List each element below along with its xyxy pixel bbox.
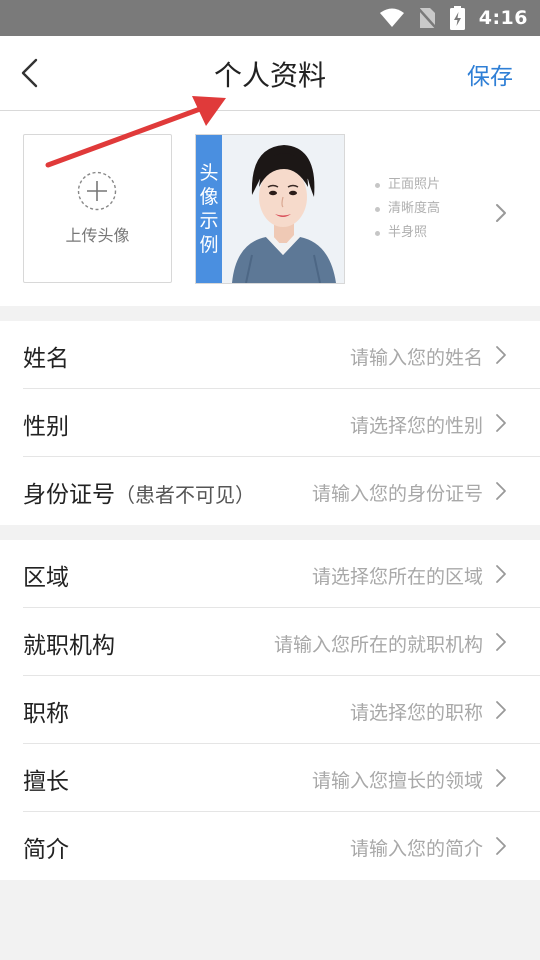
- title-row[interactable]: 职称 请选择您的职称: [0, 676, 540, 744]
- row-label: 区域: [23, 565, 69, 591]
- gender-select[interactable]: 请选择您的性别: [350, 411, 483, 438]
- gender-row[interactable]: 性别 请选择您的性别: [0, 389, 540, 457]
- basic-info-group: 姓名 请输入您的姓名 性别 请选择您的性别 身份证号（患者不可见） 请输入您的身…: [0, 321, 540, 525]
- avatar-section: 上传头像 头 像 示 例 正面照片 清晰度高 半身照: [0, 111, 540, 306]
- chevron-right-icon: [496, 565, 506, 583]
- chevron-right-icon[interactable]: [494, 202, 508, 224]
- chevron-right-icon: [496, 633, 506, 651]
- example-portrait-image: [222, 135, 344, 283]
- status-bar: 4:16: [0, 0, 540, 36]
- professional-info-group: 区域 请选择您所在的区域 就职机构 请输入您所在的就职机构 职称 请选择您的职称…: [0, 540, 540, 880]
- bullet-dot: [375, 182, 380, 188]
- photo-tip: 半身照: [375, 221, 440, 245]
- chevron-right-icon: [496, 346, 506, 364]
- bio-field[interactable]: 请输入您的简介: [350, 834, 483, 861]
- upload-avatar-button[interactable]: 上传头像: [23, 134, 172, 283]
- row-label-note: （患者不可见）: [115, 483, 255, 507]
- chevron-right-icon: [496, 769, 506, 787]
- expertise-field[interactable]: 请输入您擅长的领域: [312, 766, 483, 793]
- example-label: 头 像 示 例: [196, 135, 222, 283]
- row-label: 擅长: [23, 769, 69, 795]
- photo-tips: 正面照片 清晰度高 半身照: [375, 173, 440, 245]
- bullet-dot: [375, 230, 380, 236]
- row-label: 姓名: [23, 346, 69, 372]
- wifi-icon: [379, 8, 404, 27]
- status-time: 4:16: [478, 7, 528, 29]
- battery-charging-icon: [449, 6, 465, 30]
- expertise-row[interactable]: 擅长 请输入您擅长的领域: [0, 744, 540, 812]
- add-circle-icon: [77, 171, 117, 211]
- bullet-dot: [375, 206, 380, 212]
- page-title: 个人资料: [213, 59, 326, 92]
- upload-avatar-label: 上传头像: [65, 226, 130, 245]
- no-sim-icon: [417, 7, 436, 29]
- row-label: 职称: [23, 701, 69, 727]
- name-field[interactable]: 请输入您的姓名: [350, 343, 483, 370]
- example-avatar-photo: 头 像 示 例: [195, 134, 345, 284]
- chevron-right-icon: [496, 482, 506, 500]
- row-label: 性别: [23, 414, 69, 440]
- photo-tip: 清晰度高: [375, 197, 440, 221]
- institution-field[interactable]: 请输入您所在的就职机构: [274, 630, 483, 657]
- institution-row[interactable]: 就职机构 请输入您所在的就职机构: [0, 608, 540, 676]
- name-row[interactable]: 姓名 请输入您的姓名: [0, 321, 540, 389]
- bio-row[interactable]: 简介 请输入您的简介: [0, 812, 540, 880]
- photo-tip: 正面照片: [375, 173, 440, 197]
- chevron-right-icon: [496, 414, 506, 432]
- row-label: 身份证号（患者不可见）: [23, 482, 255, 508]
- status-icons: 4:16: [379, 5, 528, 31]
- id-number-row[interactable]: 身份证号（患者不可见） 请输入您的身份证号: [0, 457, 540, 525]
- chevron-right-icon: [496, 837, 506, 855]
- id-number-field[interactable]: 请输入您的身份证号: [312, 479, 483, 506]
- chevron-right-icon: [496, 701, 506, 719]
- professional-title-select[interactable]: 请选择您的职称: [350, 698, 483, 725]
- row-label: 就职机构: [23, 633, 115, 659]
- region-select[interactable]: 请选择您所在的区域: [312, 562, 483, 589]
- save-button[interactable]: 保存: [467, 57, 513, 91]
- row-label: 简介: [23, 837, 69, 863]
- navigation-bar: 个人资料 保存: [0, 36, 540, 111]
- region-row[interactable]: 区域 请选择您所在的区域: [0, 540, 540, 608]
